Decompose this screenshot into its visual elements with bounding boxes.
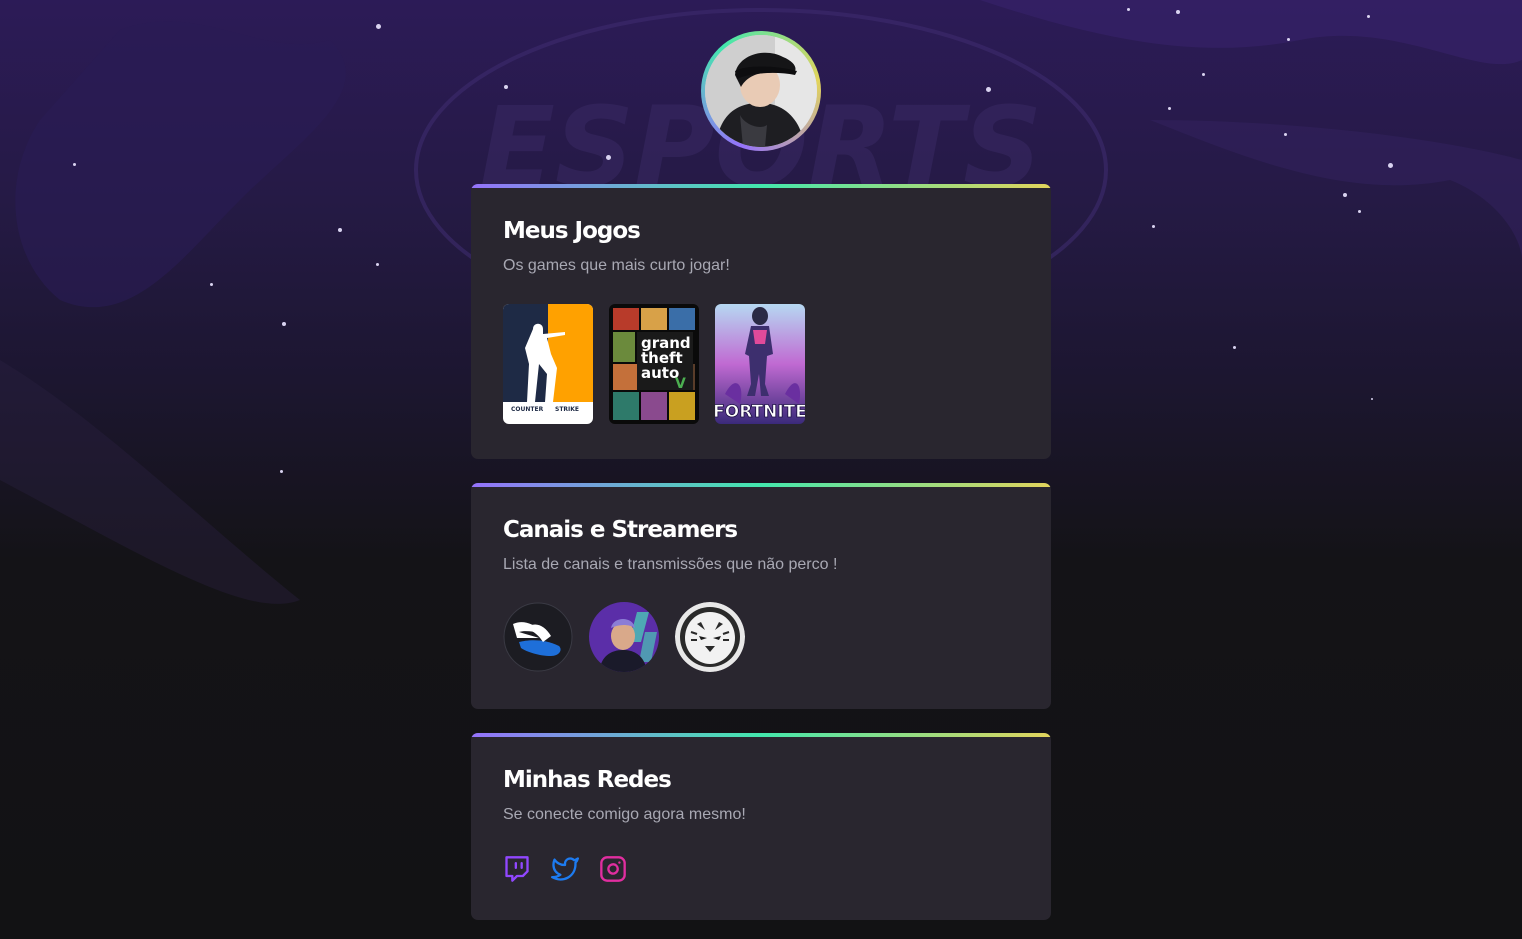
gta-line3: auto — [641, 364, 679, 382]
game-counter-strike[interactable]: COUNTER STRIKE — [503, 304, 593, 424]
socials-subtitle: Se conecte comigo agora mesmo! — [503, 806, 746, 823]
instagram-icon[interactable] — [599, 855, 627, 883]
channels-title: Canais e Streamers — [503, 517, 738, 543]
socials-card: Minhas Redes Se conecte comigo agora mes… — [471, 733, 1051, 920]
channels-card: Canais e Streamers Lista de canais e tra… — [471, 483, 1051, 709]
cs-label-right: STRIKE — [555, 406, 579, 413]
channels-subtitle: Lista de canais e transmissões que não p… — [503, 556, 838, 573]
socials-title: Minhas Redes — [503, 767, 672, 793]
tiger-logo-icon[interactable] — [675, 602, 745, 672]
twitter-icon[interactable] — [551, 855, 579, 883]
game-gta[interactable]: grand theft auto V — [609, 304, 699, 424]
channels-list — [503, 602, 1019, 672]
socials-list — [503, 855, 1019, 883]
games-title: Meus Jogos — [503, 218, 641, 244]
streamer-photo-icon[interactable] — [589, 602, 659, 672]
svg-text:V: V — [675, 376, 686, 392]
games-card: Meus Jogos Os games que mais curto jogar… — [471, 184, 1051, 459]
games-subtitle: Os games que mais curto jogar! — [503, 257, 730, 274]
game-fortnite[interactable]: FORTNITE — [715, 304, 805, 424]
winged-shoe-logo-icon[interactable] — [503, 602, 573, 672]
twitch-icon[interactable] — [503, 855, 531, 883]
cs-label-left: COUNTER — [511, 406, 544, 413]
profile-avatar[interactable] — [701, 31, 821, 151]
games-list: COUNTER STRIKE grand theft auto V FORTNI… — [503, 304, 1019, 424]
profile-photo-icon — [705, 35, 817, 147]
fortnite-label: FORTNITE — [715, 402, 805, 422]
